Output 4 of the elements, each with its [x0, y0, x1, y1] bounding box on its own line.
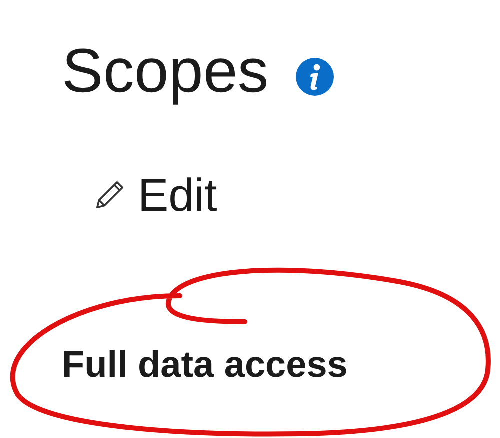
info-icon[interactable] [294, 57, 335, 98]
section-heading: Scopes [62, 38, 269, 106]
edit-button[interactable]: Edit [92, 168, 218, 222]
scope-label: Full data access [62, 344, 349, 386]
